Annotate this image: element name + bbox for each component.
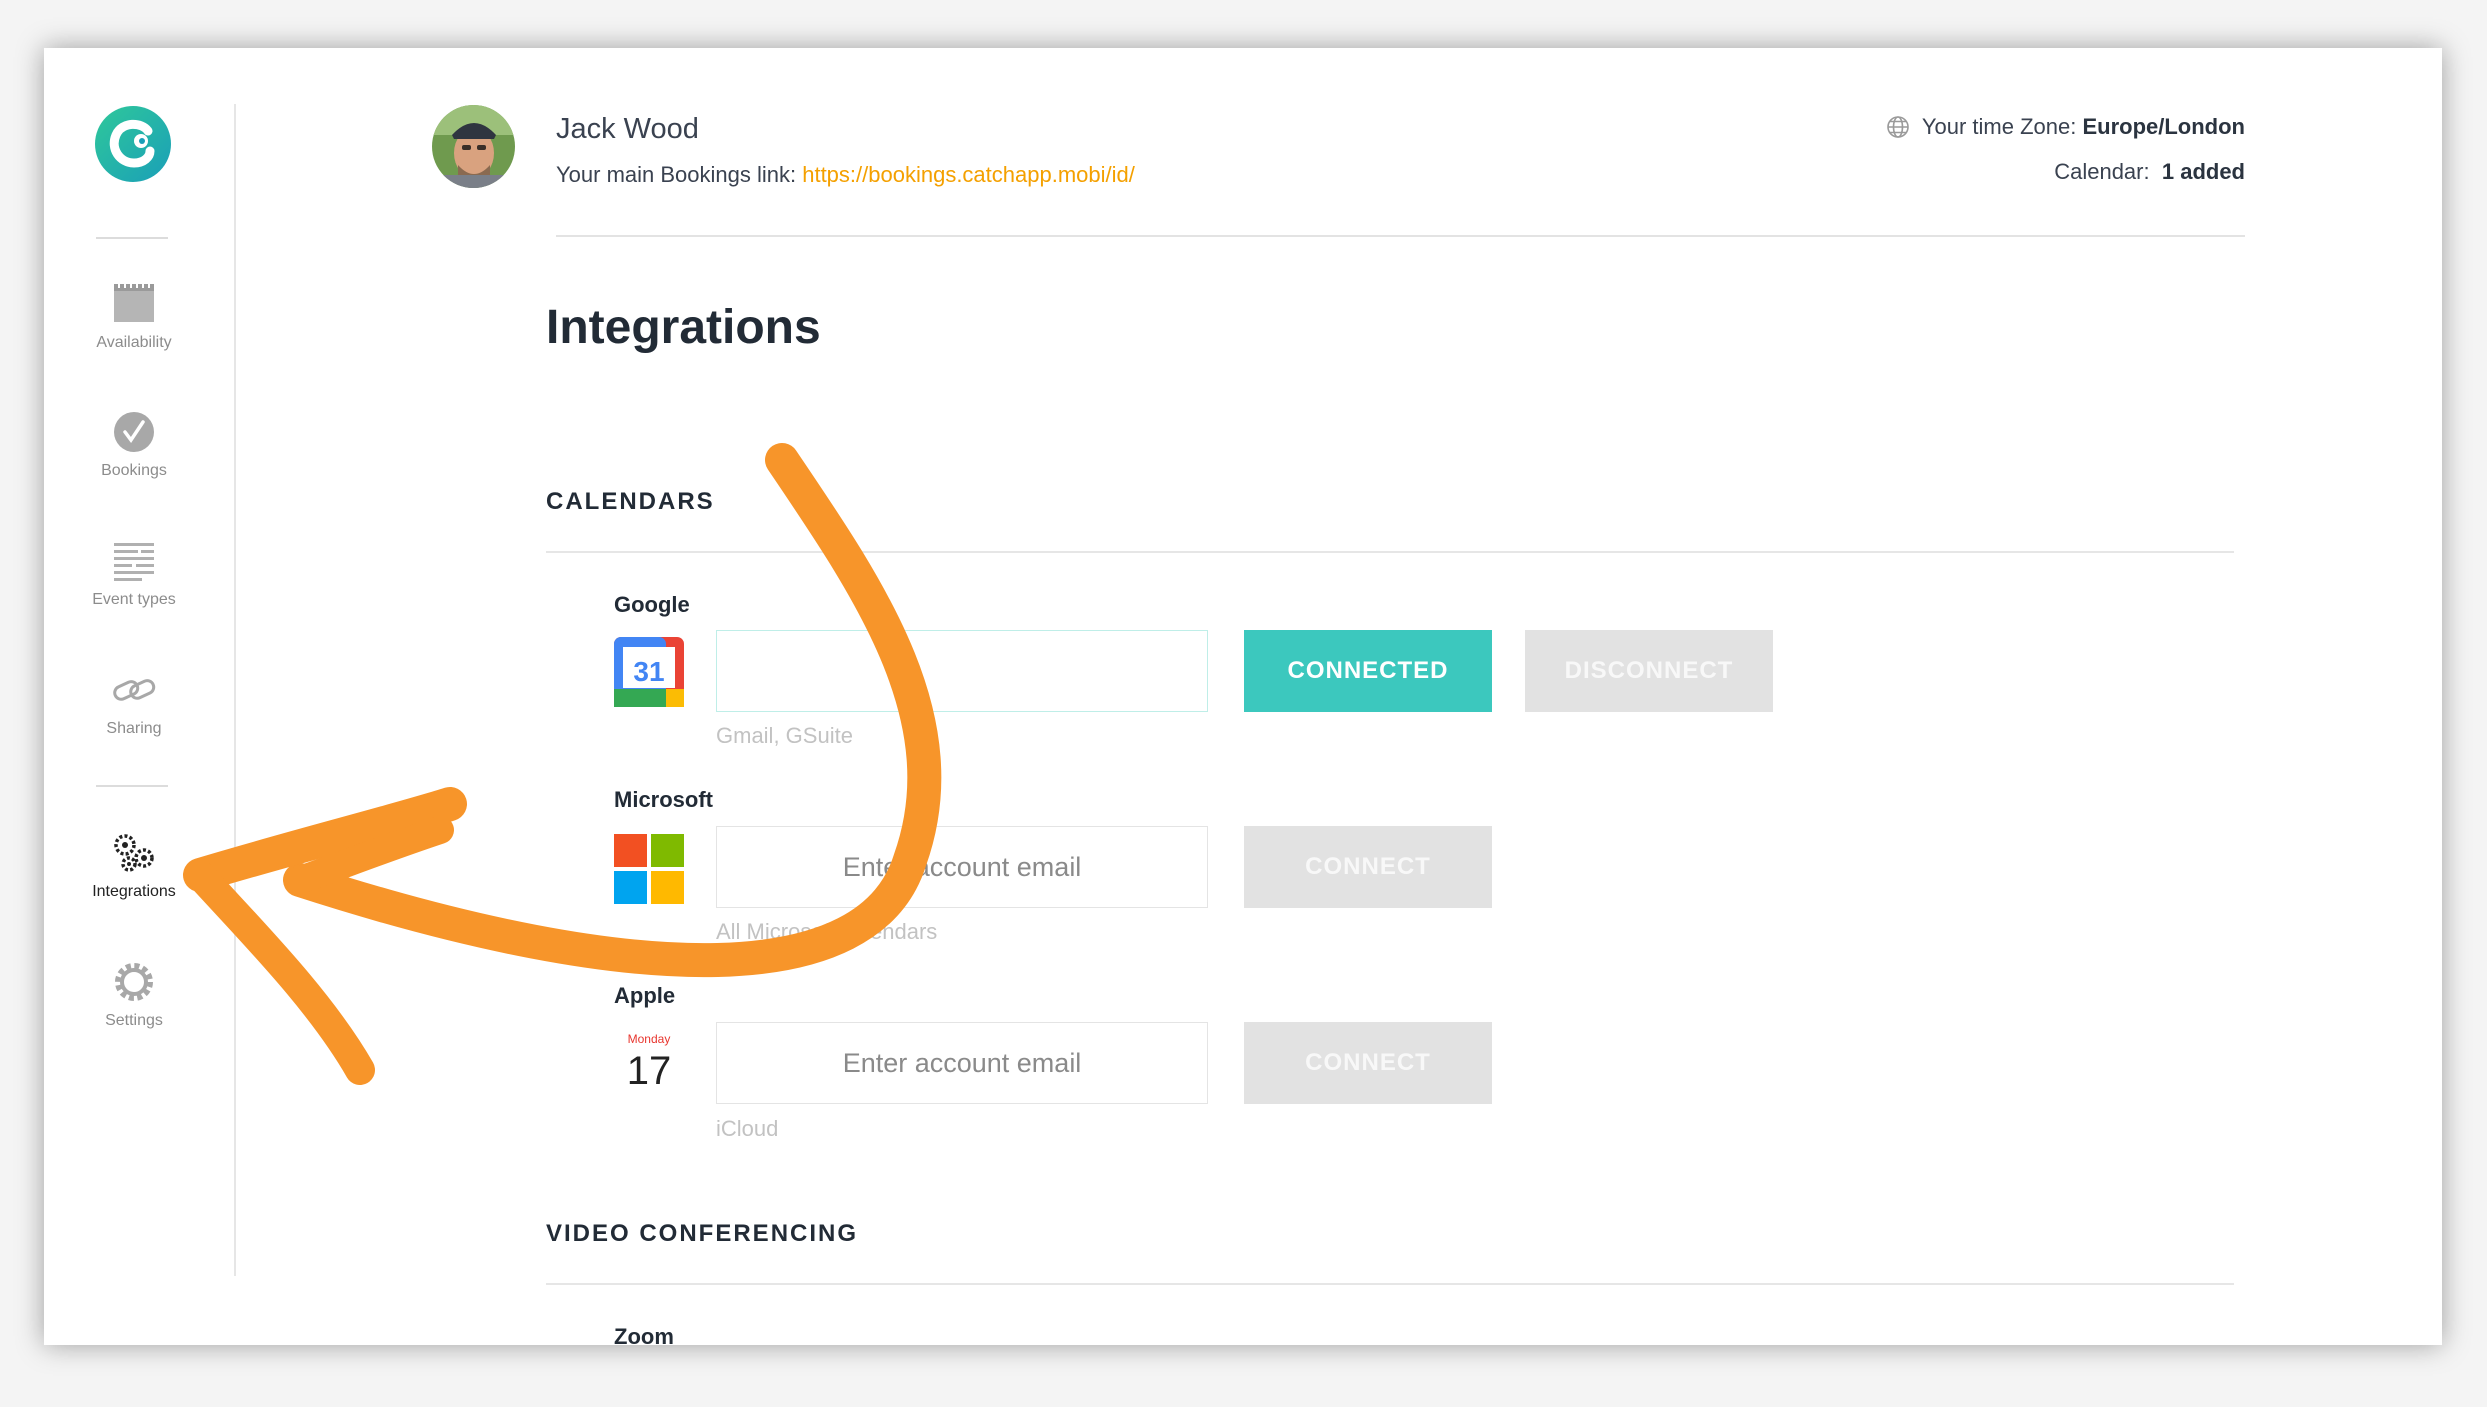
sidebar-item-label: Event types bbox=[92, 591, 176, 608]
sidebar-item-settings[interactable]: Settings bbox=[44, 960, 224, 1030]
header-divider bbox=[556, 235, 2245, 237]
timezone-row: Your time Zone: Europe/London bbox=[1886, 114, 2245, 140]
apple-icon-day: Monday bbox=[628, 1032, 671, 1046]
google-calendar-icon: 31 bbox=[614, 637, 684, 707]
google-hint: Gmail, GSuite bbox=[716, 723, 853, 748]
section-divider bbox=[546, 551, 2234, 553]
sidebar-item-bookings[interactable]: Bookings bbox=[44, 410, 224, 480]
page-title: Integrations bbox=[546, 301, 821, 354]
sidebar-divider bbox=[96, 785, 168, 787]
google-icon-date: 31 bbox=[633, 656, 664, 687]
apple-calendar-icon: Monday 17 bbox=[627, 1032, 672, 1093]
microsoft-provider-name: Microsoft bbox=[614, 787, 713, 812]
list-icon bbox=[114, 543, 154, 581]
apple-icon-date: 17 bbox=[627, 1049, 672, 1093]
avatar[interactable] bbox=[432, 105, 515, 188]
apple-email-input[interactable] bbox=[716, 1022, 1208, 1104]
sidebar-item-sharing[interactable]: Sharing bbox=[44, 668, 224, 738]
sidebar-item-label: Integrations bbox=[92, 883, 176, 900]
calendars-section-title: CALENDARS bbox=[546, 488, 715, 515]
link-icon bbox=[113, 679, 156, 701]
google-email-input[interactable] bbox=[716, 630, 1208, 712]
app-window: Availability Bookings Event types Sharin… bbox=[44, 48, 2442, 1345]
google-disconnect-button[interactable]: DISCONNECT bbox=[1525, 630, 1773, 712]
zoom-provider-name: Zoom bbox=[614, 1324, 674, 1345]
google-connected-button[interactable]: CONNECTED bbox=[1244, 630, 1492, 712]
booking-link-row: Your main Bookings link: https://booking… bbox=[556, 162, 1135, 188]
booking-link-label: Your main Bookings link: bbox=[556, 162, 803, 187]
sidebar-item-availability[interactable]: Availability bbox=[44, 282, 224, 352]
gears-icon bbox=[114, 834, 154, 872]
sidebar-item-integrations[interactable]: Integrations bbox=[44, 831, 224, 901]
sidebar-divider bbox=[96, 237, 168, 239]
microsoft-connect-button[interactable]: CONNECT bbox=[1244, 826, 1492, 908]
microsoft-email-input[interactable] bbox=[716, 826, 1208, 908]
video-conferencing-section-title: VIDEO CONFERENCING bbox=[546, 1220, 859, 1247]
avatar-image bbox=[432, 105, 515, 188]
app-logo[interactable] bbox=[94, 105, 172, 183]
sidebar-item-label: Availability bbox=[96, 334, 172, 351]
gear-icon bbox=[115, 963, 153, 1001]
globe-icon bbox=[1887, 116, 1909, 138]
apple-connect-button[interactable]: CONNECT bbox=[1244, 1022, 1492, 1104]
section-divider bbox=[546, 1283, 2234, 1285]
google-provider-name: Google bbox=[614, 592, 690, 617]
sidebar-item-label: Settings bbox=[105, 1012, 163, 1029]
sidebar-border bbox=[234, 104, 236, 1276]
timezone-value[interactable]: Europe/London bbox=[2082, 114, 2245, 140]
check-circle-icon bbox=[114, 412, 154, 452]
sidebar-item-label: Sharing bbox=[106, 720, 162, 737]
user-name: Jack Wood bbox=[556, 113, 699, 145]
microsoft-hint: All Microsoft calendars bbox=[716, 919, 938, 944]
apple-provider-name: Apple bbox=[614, 983, 676, 1008]
calendar-icon bbox=[114, 283, 154, 322]
sidebar: Availability Bookings Event types Sharin… bbox=[44, 48, 234, 1345]
timezone-label: Your time Zone: bbox=[1921, 114, 2077, 139]
calendar-count-value: 1 added bbox=[2161, 159, 2245, 184]
calendar-count-label: Calendar: bbox=[2054, 159, 2156, 184]
calendar-count-row: Calendar: 1 added bbox=[2054, 159, 2245, 185]
sidebar-item-event-types[interactable]: Event types bbox=[44, 539, 224, 609]
microsoft-icon bbox=[614, 834, 684, 904]
apple-hint: iCloud bbox=[716, 1116, 779, 1141]
booking-link[interactable]: https://bookings.catchapp.mobi/id/ bbox=[802, 162, 1135, 187]
sidebar-item-label: Bookings bbox=[101, 462, 167, 479]
